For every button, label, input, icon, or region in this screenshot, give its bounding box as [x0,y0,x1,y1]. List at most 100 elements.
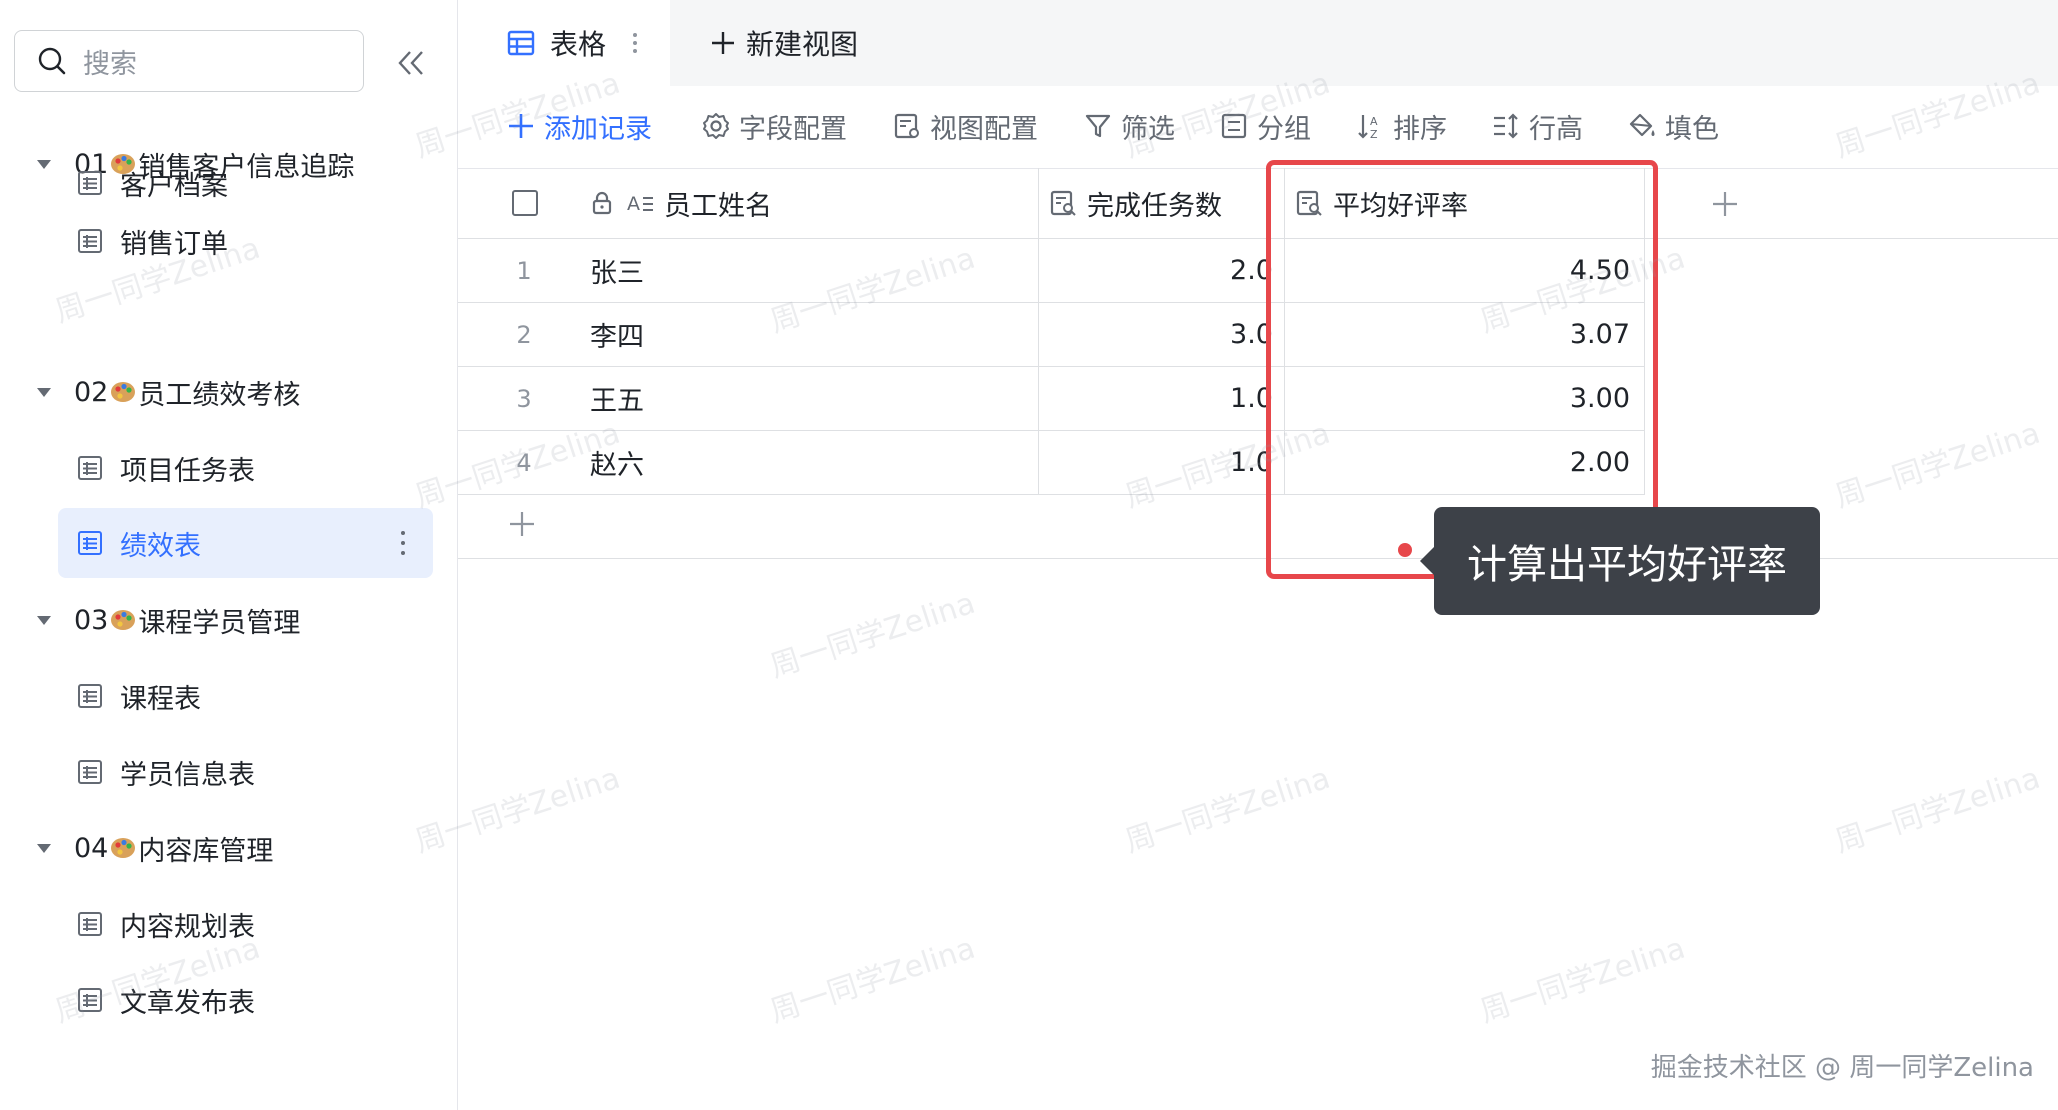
watermark: 周一同学Zelina [1120,760,1335,860]
tab-more-icon[interactable] [632,31,638,55]
sidebar-item-article-publish[interactable]: 文章发布表 [58,965,433,1035]
sidebar-item-label: 课程表 [120,683,201,715]
sort-button[interactable]: A Z 排序 [1355,106,1447,146]
table-icon [78,531,102,555]
group-button[interactable]: 分组 [1219,106,1311,146]
table-row[interactable]: 2 李四 3.0 3.07 [458,303,2058,366]
group-title: 员工绩效考核 [138,379,301,411]
row-number: 4 [516,448,532,477]
view-config-button[interactable]: 视图配置 [892,106,1038,146]
tree-group-03[interactable]: 03 课程学员管理 [0,590,440,650]
more-vertical-icon[interactable] [399,528,407,558]
watermark: 周一同学Zelina [765,585,980,685]
add-column-icon[interactable] [1711,190,1739,218]
caret-down-icon[interactable] [34,382,54,402]
table-icon [78,456,102,480]
sidebar-item-label: 内容规划表 [120,911,255,943]
table-row[interactable]: 4 赵六 1.0 2.00 [458,431,2058,494]
add-row-icon[interactable] [508,510,536,538]
sidebar-item-label: 客户档案 [120,170,228,202]
group-number: 02 [74,376,109,408]
plus-icon [712,32,734,54]
tab-label: 表格 [550,28,607,61]
table-icon [78,988,102,1012]
search-input[interactable]: 搜索 [14,30,364,92]
column-header-employee-name[interactable]: A 员工姓名 [588,168,772,238]
caret-down-icon[interactable] [34,154,54,174]
svg-text:Z: Z [1370,128,1378,141]
table-icon [78,229,102,253]
filter-icon [1085,114,1111,138]
filter-button[interactable]: 筛选 [1083,106,1175,146]
field-config-button[interactable]: 字段配置 [701,106,847,146]
cell-completed-tasks[interactable]: 1.0 [1048,367,1273,430]
tree-group-02[interactable]: 02 员工绩效考核 [0,362,440,422]
watermark: 周一同学Zelina [1475,930,1690,1030]
sidebar-item-performance[interactable]: 绩效表 [58,508,433,578]
select-all-checkbox[interactable] [512,190,538,216]
table-icon [78,912,102,936]
sidebar-item-label: 项目任务表 [120,455,255,487]
cell-employee-name[interactable]: 王五 [590,367,644,430]
watermark: 周一同学Zelina [1830,760,2045,860]
row-height-icon [1494,113,1518,139]
tree-group-04[interactable]: 04 内容库管理 [0,818,440,878]
annotation-tooltip: 计算出平均好评率 [1420,507,1820,615]
add-record-button[interactable]: 添加记录 [506,106,652,146]
paint-bucket-icon [1629,113,1655,137]
row-number: 1 [516,256,532,285]
annotation-dot [1398,543,1412,557]
group-number: 03 [74,604,109,636]
cell-employee-name[interactable]: 张三 [590,239,644,302]
palette-emoji-icon [111,382,136,402]
sidebar-item-label: 文章发布表 [120,987,255,1019]
group-icon [1221,113,1247,139]
filter-label: 筛选 [1121,113,1175,145]
column-header-label: 员工姓名 [664,190,772,222]
text-field-icon: A [627,193,653,215]
watermark: 周一同学Zelina [765,930,980,1030]
sidebar-item-label: 销售订单 [120,228,228,260]
fill-color-button[interactable]: 填色 [1627,106,1719,146]
sidebar-item-sales-orders[interactable]: 销售订单 [58,206,433,276]
sort-icon: A Z [1358,115,1378,141]
row-number: 2 [516,320,532,349]
sidebar-item-students[interactable]: 学员信息表 [58,737,433,807]
tab-table-view[interactable]: 表格 [458,0,670,86]
sidebar-item-label: 学员信息表 [120,759,255,791]
fill-color-label: 填色 [1665,113,1719,145]
caret-down-icon[interactable] [34,838,54,858]
view-tab-bar: 表格 新建视图 [458,0,2058,86]
sidebar-item-project-tasks[interactable]: 项目任务表 [58,433,433,503]
new-view-label: 新建视图 [746,28,859,61]
table-row[interactable]: 1 张三 2.0 4.50 [458,239,2058,302]
table-icon [78,171,102,195]
group-title: 课程学员管理 [138,607,301,639]
column-header-completed-tasks[interactable]: 完成任务数 [1049,168,1222,238]
cell-completed-tasks[interactable]: 3.0 [1048,303,1273,366]
svg-text:A: A [627,193,640,215]
search-icon [38,47,66,75]
cell-completed-tasks[interactable]: 1.0 [1048,431,1273,494]
cell-employee-name[interactable]: 李四 [590,303,644,366]
svg-text:A: A [1370,115,1378,128]
gear-icon [703,113,729,139]
row-height-label: 行高 [1529,113,1583,145]
new-view-button[interactable]: 新建视图 [710,0,858,86]
sidebar-item-courses[interactable]: 课程表 [58,661,433,731]
field-config-label: 字段配置 [739,113,847,145]
cell-completed-tasks[interactable]: 2.0 [1048,239,1273,302]
table-row[interactable]: 3 王五 1.0 3.00 [458,367,2058,430]
view-settings-icon [894,113,919,139]
row-height-button[interactable]: 行高 [1491,106,1583,146]
search-placeholder: 搜索 [83,48,137,80]
toolbar: 添加记录 字段配置 视图配置 筛选 分组 A Z 排序 行高 填色 [458,86,2058,169]
cell-employee-name[interactable]: 赵六 [590,431,644,494]
sidebar-item-content-plan[interactable]: 内容规划表 [58,889,433,959]
table-icon [78,760,102,784]
lock-icon [592,191,612,215]
footer-credit: 掘金技术社区 @ 周一同学Zelina [1650,1053,2034,1083]
collapse-sidebar-icon[interactable] [394,46,428,80]
caret-down-icon[interactable] [34,610,54,630]
palette-emoji-icon [111,838,136,858]
